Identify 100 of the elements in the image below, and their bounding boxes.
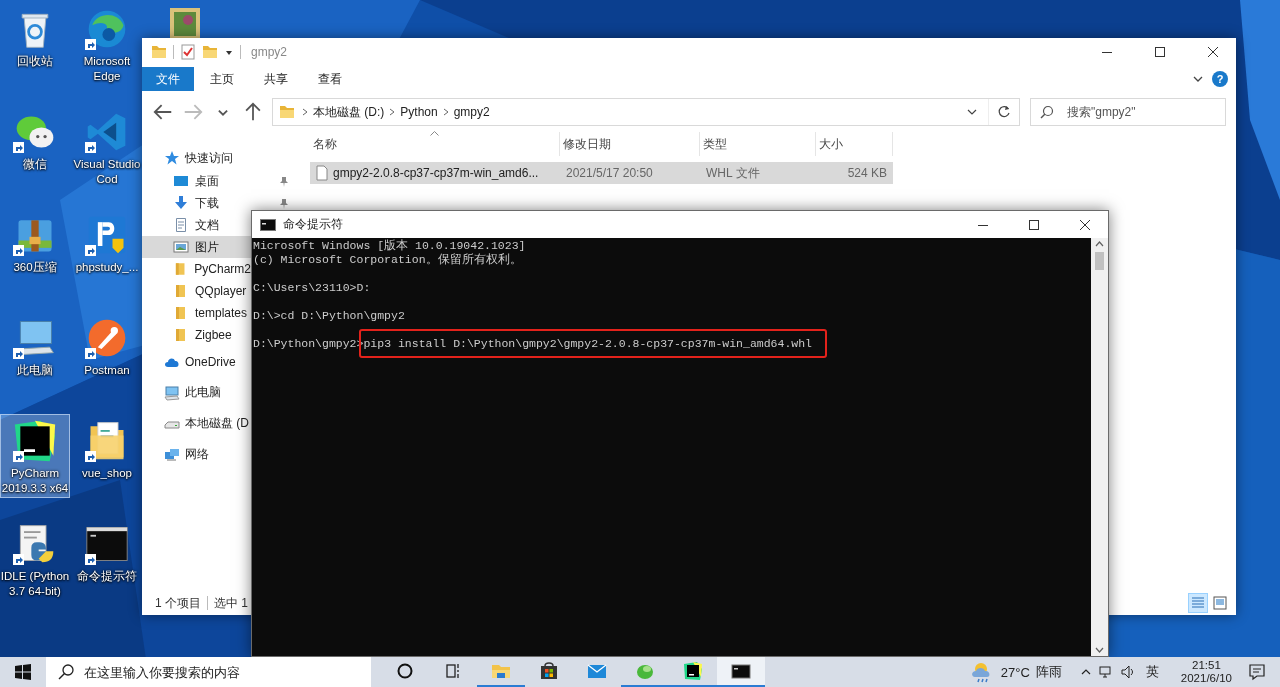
icon-label: 此电脑 xyxy=(16,363,54,378)
nav-item-label: 桌面 xyxy=(195,172,219,190)
chevron-icon xyxy=(388,107,397,117)
desktop-shortcut[interactable]: Microsoft Edge xyxy=(72,2,142,86)
desktop-shortcut[interactable]: 命令提示符 xyxy=(72,517,142,601)
ribbon-tab[interactable]: 共享 xyxy=(250,67,302,91)
chevron-icon xyxy=(301,107,309,117)
computer-icon xyxy=(164,384,180,401)
nav-item[interactable]: 桌面 xyxy=(142,170,297,192)
nav-item-label: Zigbee xyxy=(195,328,232,342)
nav-item[interactable]: PyCharm2 xyxy=(142,258,251,280)
terminal-icon xyxy=(260,218,276,231)
icon-label: 360压缩 xyxy=(12,260,58,275)
nav-item[interactable]: QQplayer xyxy=(142,280,251,302)
icon-label: Postman xyxy=(83,363,131,378)
icon-label: vue_shop xyxy=(81,466,133,481)
volume-icon[interactable] xyxy=(1119,664,1136,680)
desktop-shortcut[interactable]: 360压缩 xyxy=(0,208,70,292)
column-header[interactable]: 修改日期 xyxy=(560,132,700,156)
table-cell-text: WHL 文件 xyxy=(705,164,761,182)
input-method-indicator[interactable]: 英 xyxy=(1145,663,1159,681)
column-header[interactable]: 类型 xyxy=(700,132,816,156)
large-icons-view-icon xyxy=(1213,596,1227,610)
desktop-shortcut[interactable]: Visual Studio Cod xyxy=(72,105,142,189)
taskbar-button[interactable] xyxy=(717,657,765,687)
nav-item[interactable]: 网络 xyxy=(142,439,251,470)
nav-item[interactable]: 本地磁盘 (D xyxy=(142,408,251,439)
close-icon xyxy=(1080,219,1090,230)
search-icon xyxy=(1040,105,1054,119)
cortana-icon xyxy=(395,661,415,681)
console-line: D:\>cd D:\Python\gmpy2 xyxy=(253,309,405,323)
nav-item[interactable]: Zigbee xyxy=(142,324,251,346)
ribbon-tab[interactable]: 文件 xyxy=(142,67,194,91)
windows-logo-icon xyxy=(15,664,31,680)
ribbon-tab[interactable]: 查看 xyxy=(304,67,356,91)
details-view-icon xyxy=(1191,596,1205,610)
desktop-shortcut[interactable]: IDLE (Python 3.7 64-bit) xyxy=(0,517,70,601)
properties-icon[interactable] xyxy=(180,44,196,60)
notifications-icon[interactable] xyxy=(1248,663,1266,681)
terminal-icon xyxy=(731,661,751,681)
scroll-thumb[interactable] xyxy=(1095,252,1104,270)
folder-icon xyxy=(151,44,167,60)
nav-item-label: PyCharm2 xyxy=(194,262,251,276)
console-line: (c) Microsoft Corporation。保留所有权利。 xyxy=(253,253,522,267)
column-header-label: 类型 xyxy=(703,135,727,153)
document-icon xyxy=(173,217,189,233)
nav-item[interactable]: 文档 xyxy=(142,214,251,236)
desktop-shortcut[interactable]: phpstudy_... xyxy=(72,208,142,292)
desktop-shortcut[interactable]: 此电脑 xyxy=(0,311,70,395)
icon-label: 回收站 xyxy=(16,54,54,69)
taskbar-search-field[interactable]: 在这里输入你要搜索的内容 xyxy=(46,657,371,687)
chevron-icon xyxy=(441,107,450,117)
table-cell-text: 2021/5/17 20:50 xyxy=(565,165,654,182)
breadcrumb[interactable]: gmpy2 xyxy=(453,105,490,119)
window-title: 命令提示符 xyxy=(283,216,343,233)
icon-label: PyCharm 2019.3.3 x64 xyxy=(0,466,70,496)
nav-item-label: 本地磁盘 (D xyxy=(185,415,249,432)
scrollbar[interactable] xyxy=(1091,238,1108,656)
column-header[interactable]: 名称 xyxy=(310,132,560,156)
table-cell-text: 524 KB xyxy=(846,165,888,182)
network-icon[interactable] xyxy=(1097,664,1114,680)
address-bar[interactable]: 本地磁盘 (D:) Python gmpy2 xyxy=(272,98,1020,126)
store-icon xyxy=(539,661,559,681)
column-header-label: 大小 xyxy=(819,135,843,153)
nav-item[interactable]: templates xyxy=(142,302,251,324)
nav-item[interactable]: 下载 xyxy=(142,192,297,214)
ribbon-tab[interactable]: 主页 xyxy=(196,67,248,91)
search-field[interactable]: 搜索"gmpy2" xyxy=(1030,98,1226,126)
column-header[interactable]: 大小 xyxy=(816,132,893,156)
maximize-icon xyxy=(1154,47,1165,57)
desktop-shortcut[interactable]: 回收站 xyxy=(0,2,70,86)
desktop-shortcut[interactable]: Postman xyxy=(72,311,142,395)
image-file-icon xyxy=(170,8,200,38)
temperature: 27°C xyxy=(1000,664,1030,680)
file-row[interactable]: gmpy2-2.0.8-cp37-cp37m-win_amd6... 2021/5/17 20:50 WHL 文件 524 KB xyxy=(310,162,893,184)
nav-item-label: 快速访问 xyxy=(185,149,233,167)
file-name: gmpy2-2.0.8-cp37-cp37m-win_amd6... xyxy=(333,166,539,180)
clock-time[interactable]: 21:51 xyxy=(1192,659,1221,672)
network-icon xyxy=(164,446,180,463)
nav-item-label: 网络 xyxy=(185,446,209,463)
clock-date[interactable]: 2021/6/10 xyxy=(1180,672,1232,685)
nav-item[interactable]: OneDrive xyxy=(142,346,251,377)
nav-item-label: 文档 xyxy=(195,216,219,234)
nav-item-label: templates xyxy=(195,306,248,320)
desktop-icon xyxy=(173,173,189,189)
breadcrumb[interactable]: 本地磁盘 (D:) xyxy=(313,103,385,121)
file-icon xyxy=(316,165,328,181)
nav-item-label: 图片 xyxy=(195,238,219,256)
help-button[interactable]: ? xyxy=(1212,71,1228,87)
nav-item-label: 下载 xyxy=(195,194,219,212)
breadcrumb[interactable]: Python xyxy=(400,105,438,119)
nav-item[interactable]: 图片 xyxy=(142,236,251,258)
nav-item-label: OneDrive xyxy=(185,354,236,369)
search-icon xyxy=(58,664,74,680)
nav-item[interactable]: 此电脑 xyxy=(142,377,251,408)
desktop-shortcut[interactable]: 微信 xyxy=(0,105,70,189)
nav-item[interactable]: 快速访问 xyxy=(142,146,251,170)
console-command: pip3 install D:\Python\gmpy2\gmpy2-2.0.8-cp37-cp37m-win_amd64.whl xyxy=(363,337,812,350)
desktop-shortcut[interactable]: PyCharm 2019.3.3 x64 xyxy=(0,414,70,498)
desktop-shortcut[interactable]: vue_shop xyxy=(72,414,142,498)
